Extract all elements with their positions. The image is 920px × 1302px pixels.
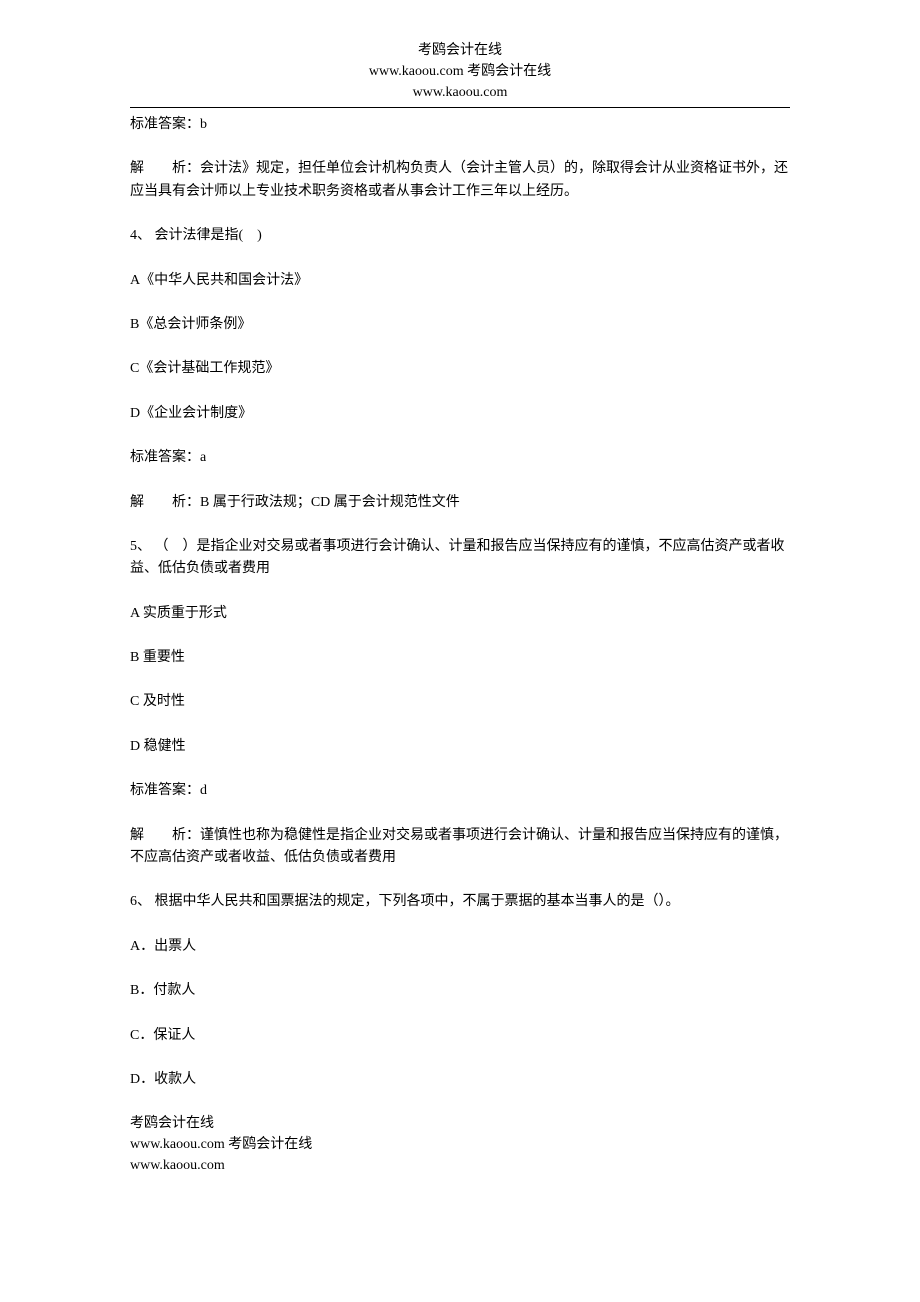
document-page: 考鸥会计在线 www.kaoou.com 考鸥会计在线 www.kaoou.co… [0, 0, 920, 1206]
header-line-2: www.kaoou.com 考鸥会计在线 [130, 61, 790, 82]
q6-stem: 6、 根据中华人民共和国票据法的规定，下列各项中，不属于票据的基本当事人的是（）… [130, 891, 790, 913]
q4-stem: 4、 会计法律是指( ) [130, 225, 790, 247]
q6-option-b: B．付款人 [130, 980, 790, 1002]
q4-option-c: C《会计基础工作规范》 [130, 358, 790, 380]
header-divider [130, 107, 790, 108]
q5-option-a: A 实质重于形式 [130, 603, 790, 625]
q4-answer: 标准答案：a [130, 447, 790, 469]
page-footer: 考鸥会计在线 www.kaoou.com 考鸥会计在线 www.kaoou.co… [130, 1113, 790, 1176]
q4-option-a: A《中华人民共和国会计法》 [130, 270, 790, 292]
page-header: 考鸥会计在线 www.kaoou.com 考鸥会计在线 www.kaoou.co… [130, 40, 790, 103]
footer-line-3: www.kaoou.com [130, 1155, 790, 1176]
q6-option-c: C．保证人 [130, 1025, 790, 1047]
footer-line-1: 考鸥会计在线 [130, 1113, 790, 1134]
header-line-3: www.kaoou.com [130, 82, 790, 103]
q6-option-a: A．出票人 [130, 936, 790, 958]
q5-answer: 标准答案：d [130, 780, 790, 802]
q6-option-d: D．收款人 [130, 1069, 790, 1091]
q5-stem: 5、 （ ）是指企业对交易或者事项进行会计确认、计量和报告应当保持应有的谨慎，不… [130, 536, 790, 581]
footer-line-2: www.kaoou.com 考鸥会计在线 [130, 1134, 790, 1155]
q3-analysis: 解 析：会计法》规定，担任单位会计机构负责人（会计主管人员）的，除取得会计从业资… [130, 158, 790, 203]
q5-analysis: 解 析：谨慎性也称为稳健性是指企业对交易或者事项进行会计确认、计量和报告应当保持… [130, 825, 790, 870]
header-line-1: 考鸥会计在线 [130, 40, 790, 61]
document-body: 标准答案：b 解 析：会计法》规定，担任单位会计机构负责人（会计主管人员）的，除… [130, 114, 790, 1091]
q4-analysis: 解 析：B 属于行政法规；CD 属于会计规范性文件 [130, 492, 790, 514]
q5-option-d: D 稳健性 [130, 736, 790, 758]
q5-option-b: B 重要性 [130, 647, 790, 669]
q5-option-c: C 及时性 [130, 691, 790, 713]
q4-option-b: B《总会计师条例》 [130, 314, 790, 336]
q4-option-d: D《企业会计制度》 [130, 403, 790, 425]
q3-answer: 标准答案：b [130, 114, 790, 136]
